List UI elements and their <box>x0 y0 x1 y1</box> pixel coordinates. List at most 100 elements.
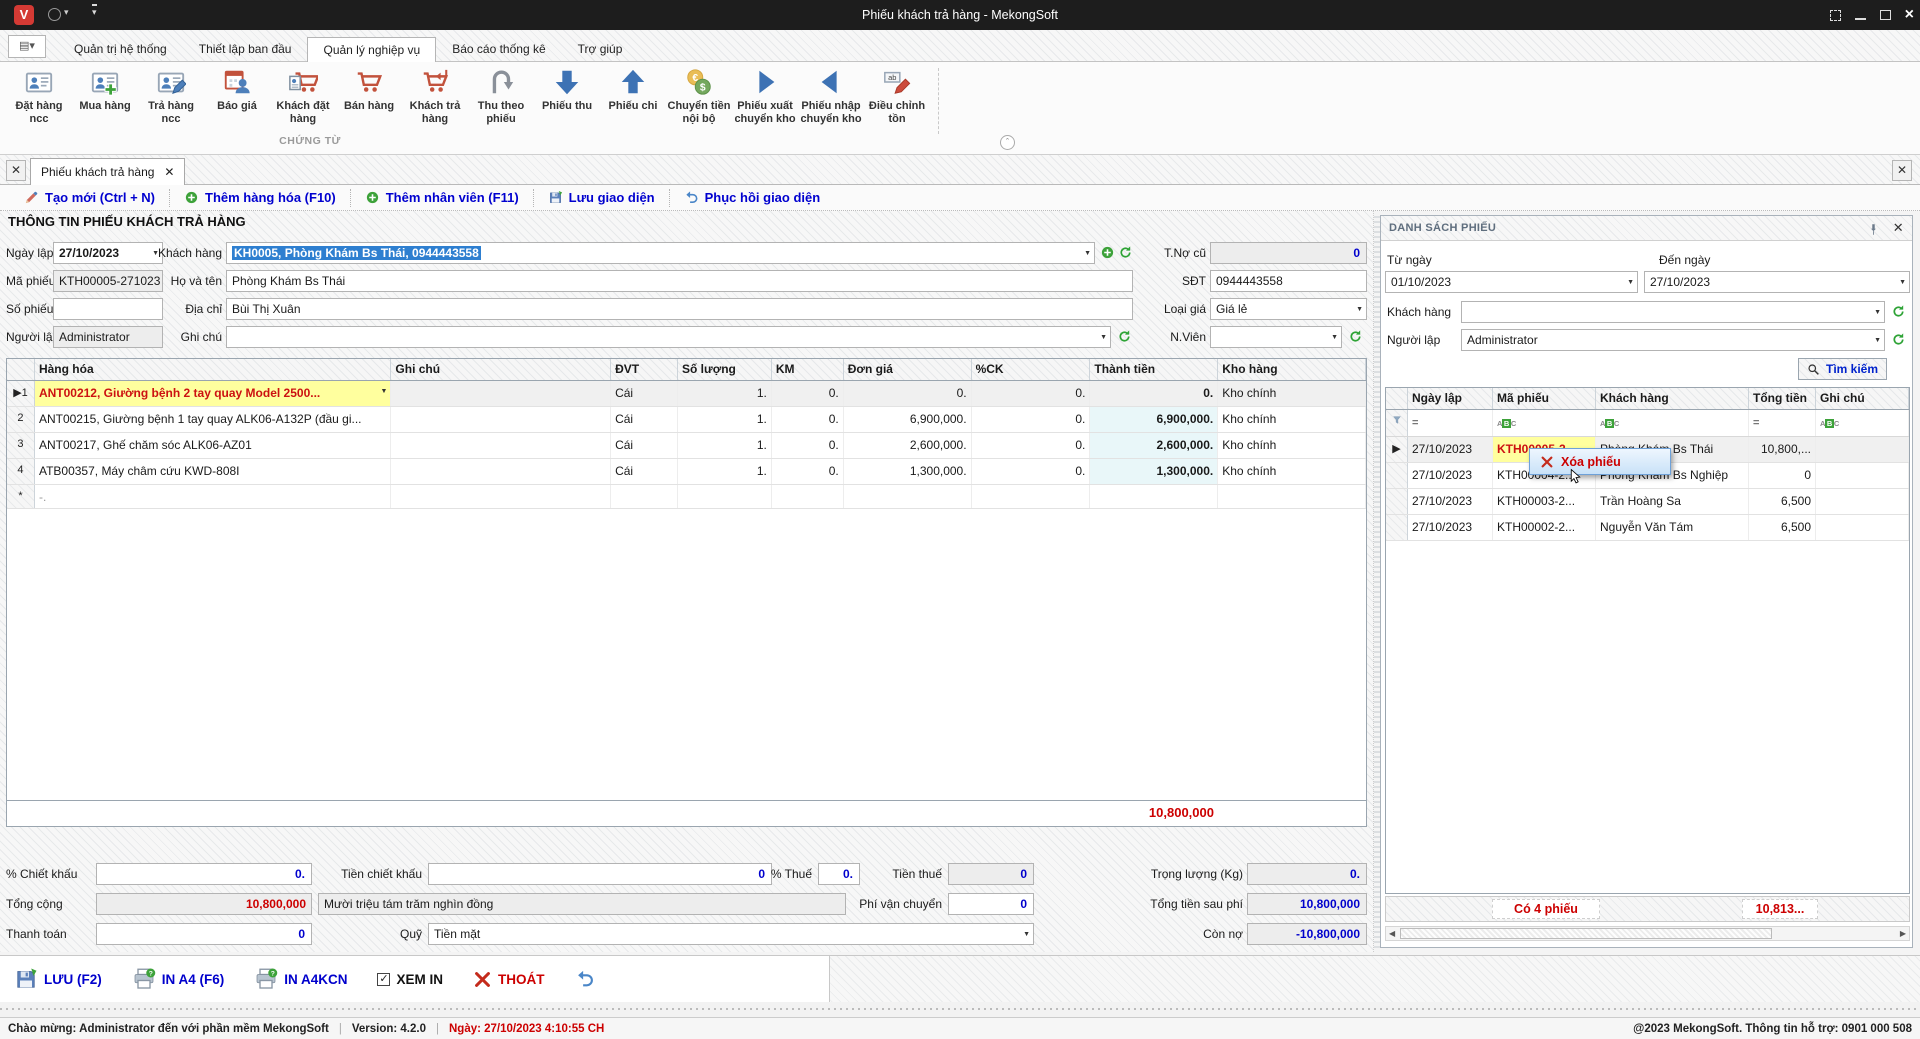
horizontal-scrollbar[interactable]: ◀ ▶ <box>1385 926 1910 941</box>
bottom-splitter[interactable] <box>0 1002 1920 1017</box>
panel-khach-hang-field[interactable]: ▼ <box>1461 301 1885 323</box>
ribbon-button-5[interactable]: Khách đặt hàng <box>270 65 336 127</box>
thue-field[interactable]: 0. <box>818 863 860 885</box>
fullscreen-icon[interactable] <box>1829 9 1841 21</box>
menu-tab-2[interactable]: Thiết lập ban đầu <box>183 36 308 62</box>
print-a4-button[interactable]: IN A4 (F6) <box>132 967 224 991</box>
table-row[interactable]: 4 ATB00357, Máy châm cứu KWD-808I Cái 1. 0. 1… <box>7 459 1366 485</box>
ribbon-button-4[interactable]: Báo giá <box>204 65 270 115</box>
grid-column-header[interactable]: Hàng hóa <box>34 359 392 380</box>
table-row[interactable]: 2 ANT00215, Giường bệnh 1 tay quay ALK06-… <box>7 407 1366 433</box>
ribbon-button-1[interactable]: Đặt hàng ncc <box>6 65 72 127</box>
panel-nguoi-lap-field[interactable]: Administrator ▼ <box>1461 329 1885 351</box>
panel-column-header[interactable]: Ngày lập <box>1408 388 1493 409</box>
undo-button[interactable] <box>575 969 595 989</box>
exit-button[interactable]: THOÁT <box>473 970 545 989</box>
grid-column-header[interactable]: Ghi chú <box>391 359 612 380</box>
grid-column-header[interactable]: Số lượng <box>678 359 772 380</box>
grid-column-header[interactable]: Kho hàng <box>1218 359 1366 380</box>
ribbon-button-8[interactable]: Thu theo phiếu <box>468 65 534 127</box>
list-item[interactable]: 27/10/2023 KTH00003-2... Trần Hoàng Sa 6,50… <box>1386 489 1909 515</box>
quy-field[interactable]: Tiền mặt ▼ <box>428 923 1034 945</box>
dia-chi-field[interactable]: Bùi Thị Xuân <box>226 298 1133 320</box>
doc-close-left-button[interactable]: ✕ <box>6 160 26 181</box>
scroll-left-icon[interactable]: ◀ <box>1389 929 1395 938</box>
menu-tab-1[interactable]: Quản trị hệ thống <box>58 36 183 62</box>
action-1[interactable]: Tạo mới (Ctrl + N) <box>10 190 169 205</box>
ribbon-button-12[interactable]: Phiếu xuất chuyển kho <box>732 65 798 127</box>
grid-column-header[interactable]: Đơn giá <box>843 359 972 380</box>
doc-tab-close-icon[interactable]: ✕ <box>164 159 174 185</box>
ribbon-button-3[interactable]: Trả hàng ncc <box>138 65 204 127</box>
khach-hang-field[interactable]: KH0005, Phòng Khám Bs Thái, 0944443558 ▼ <box>226 242 1095 264</box>
search-button[interactable]: Tìm kiếm <box>1798 358 1888 380</box>
application-menu-button[interactable]: ▤▾ <box>8 35 46 58</box>
pin-icon[interactable] <box>1867 221 1880 246</box>
panel-refresh-user-icon[interactable] <box>1891 332 1907 348</box>
doc-tab-active[interactable]: Phiếu khách trả hàng ✕ <box>30 158 186 185</box>
sdt-field[interactable]: 0944443558 <box>1210 270 1367 292</box>
ho-va-ten-field[interactable]: Phòng Khám Bs Thái <box>226 270 1133 292</box>
list-item[interactable]: 27/10/2023 KTH00002-2... Nguyễn Văn Tám 6,5… <box>1386 515 1909 541</box>
tien-ck-field[interactable]: 0 <box>428 863 772 885</box>
panel-filter-row[interactable]: = A B C A B C = A B C <box>1386 410 1909 437</box>
action-3[interactable]: Thêm nhân viên (F11) <box>351 190 533 205</box>
panel-refresh-customer-icon[interactable] <box>1891 304 1907 320</box>
xem-in-checkbox[interactable]: ✓ XEM IN <box>377 972 443 987</box>
add-customer-icon[interactable] <box>1100 245 1116 261</box>
grid-column-header[interactable]: ĐVT <box>611 359 678 380</box>
close-icon[interactable]: × <box>1905 7 1914 23</box>
ribbon-collapse-button[interactable]: ˆ <box>1000 135 1015 150</box>
panel-close-icon[interactable]: ✕ <box>1893 221 1904 235</box>
table-row[interactable]: ▶1 ANT00212, Giường bệnh 2 tay quay Model… <box>7 381 1366 407</box>
panel-column-header[interactable]: Mã phiếu <box>1493 388 1596 409</box>
scrollbar-thumb[interactable] <box>1400 928 1772 939</box>
loai-gia-field[interactable]: Giá lẻ ▼ <box>1210 298 1367 320</box>
grid-header: Hàng hóa Ghi chú ĐVT Số lượng KM Đơn giá %CK Th… <box>7 359 1366 381</box>
den-ngay-field[interactable]: 27/10/2023 ▼ <box>1644 271 1910 293</box>
ribbon-button-7[interactable]: Khách trả hàng <box>402 65 468 127</box>
undo-icon <box>684 190 699 205</box>
grid-column-header[interactable]: KM <box>771 359 844 380</box>
ribbon-button-2[interactable]: Mua hàng <box>72 65 138 115</box>
refresh-note-icon[interactable] <box>1117 329 1133 345</box>
menu-tab-3[interactable]: Quản lý nghiệp vụ <box>307 37 437 64</box>
ghi-chu-field[interactable]: ▼ <box>226 326 1111 348</box>
ribbon-button-11[interactable]: Chuyển tiền nội bộ <box>666 65 732 127</box>
ribbon-button-6[interactable]: Bán hàng <box>336 65 402 115</box>
grid-column-header[interactable]: Thành tiền <box>1090 359 1219 380</box>
tu-ngay-field[interactable]: 01/10/2023 ▼ <box>1385 271 1638 293</box>
print-a4kcn-button[interactable]: IN A4KCN <box>254 967 347 991</box>
printer-icon <box>132 967 156 991</box>
panel-column-header[interactable]: Ghi chú <box>1816 388 1909 409</box>
person-card-icon <box>24 67 54 97</box>
panel-column-header[interactable]: Tổng tiền <box>1749 388 1816 409</box>
maximize-icon[interactable] <box>1879 10 1891 20</box>
ribbon-button-9[interactable]: Phiếu thu <box>534 65 600 115</box>
n-vien-field[interactable]: ▼ <box>1210 326 1342 348</box>
doc-close-right-button[interactable]: ✕ <box>1892 160 1912 181</box>
ribbon-button-13[interactable]: Phiếu nhập chuyển kho <box>798 65 864 127</box>
refresh-customer-icon[interactable] <box>1118 245 1134 261</box>
phi-vc-field[interactable]: 0 <box>948 893 1034 915</box>
con-no-label: Còn nợ <box>1203 927 1243 941</box>
ribbon-button-10[interactable]: Phiếu chi <box>600 65 666 115</box>
ribbon-button-14[interactable]: Điều chỉnh tồn <box>864 65 930 127</box>
chiet-khau-field[interactable]: 0. <box>96 863 312 885</box>
save-button[interactable]: LƯU (F2) <box>14 967 102 991</box>
checkbox-checked-icon[interactable]: ✓ <box>377 972 391 986</box>
grid-new-row[interactable]: * -. <box>7 485 1366 509</box>
refresh-staff-icon[interactable] <box>1348 329 1364 345</box>
minimize-icon[interactable] <box>1854 18 1866 20</box>
grid-column-header[interactable]: %CK <box>971 359 1091 380</box>
menu-tab-4[interactable]: Báo cáo thống kê <box>436 36 561 62</box>
panel-column-header[interactable]: Khách hàng <box>1596 388 1749 409</box>
action-2[interactable]: Thêm hàng hóa (F10) <box>170 190 350 205</box>
action-5[interactable]: Phục hồi giao diện <box>670 190 835 205</box>
thanh-toan-field[interactable]: 0 <box>96 923 312 945</box>
action-4[interactable]: Lưu giao diện <box>534 190 669 205</box>
delete-receipt-button[interactable]: Xóa phiếu <box>1529 448 1671 475</box>
menu-tab-5[interactable]: Trợ giúp <box>562 36 639 62</box>
scroll-right-icon[interactable]: ▶ <box>1900 929 1906 938</box>
table-row[interactable]: 3 ANT00217, Ghế chăm sóc ALK06-AZ01 Cái 1. 0… <box>7 433 1366 459</box>
